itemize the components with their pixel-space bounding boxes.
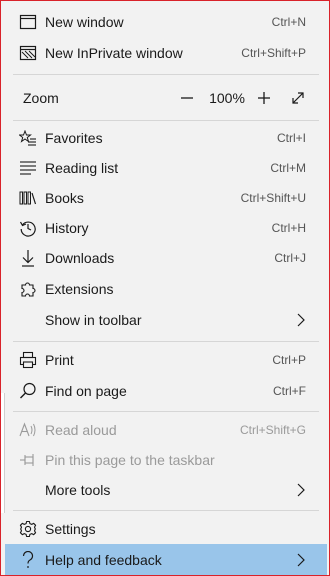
menu-separator <box>13 411 319 412</box>
puzzle-icon <box>17 278 39 300</box>
menu-item-help-and-feedback[interactable]: Help and feedback <box>5 544 327 575</box>
inprivate-icon <box>17 42 39 64</box>
star-list-icon <box>17 127 39 149</box>
chevron-right-icon <box>295 313 307 327</box>
zoom-out-button[interactable] <box>176 87 198 109</box>
menu-item-shortcut: Ctrl+N <box>271 15 306 29</box>
question-icon <box>17 549 39 571</box>
menu-item-books[interactable]: Books Ctrl+Shift+U <box>5 183 327 213</box>
menu-item-label: Help and feedback <box>45 551 162 568</box>
menu-item-label: More tools <box>45 482 111 498</box>
menu-separator <box>13 74 319 75</box>
menu-item-shortcut: Ctrl+P <box>272 353 306 367</box>
menu-item-label: Reading list <box>45 160 119 176</box>
menu-item-show-in-toolbar[interactable]: Show in toolbar <box>5 305 327 335</box>
menu-item-extensions[interactable]: Extensions <box>5 274 327 304</box>
menu-item-settings[interactable]: Settings <box>5 514 327 544</box>
printer-icon <box>17 349 39 371</box>
menu-item-more-tools[interactable]: More tools <box>5 475 327 505</box>
menu-item-favorites[interactable]: Favorites Ctrl+I <box>5 123 327 153</box>
menu-item-label: Pin this page to the taskbar <box>45 452 215 468</box>
app-window-frame: New window Ctrl+N New InPrivate window C… <box>0 0 330 576</box>
fullscreen-button[interactable] <box>287 87 309 109</box>
menu-item-shortcut: Ctrl+Shift+G <box>239 423 306 437</box>
pin-icon <box>17 449 39 471</box>
menu-item-label: Find on page <box>45 383 127 399</box>
menu-item-shortcut: Ctrl+I <box>276 131 306 145</box>
menu-item-label: Extensions <box>45 281 114 297</box>
menu-item-shortcut: Ctrl+H <box>271 221 306 235</box>
zoom-level: 100% <box>209 90 245 106</box>
window-icon <box>17 11 39 33</box>
menu-item-shortcut: Ctrl+M <box>270 161 306 175</box>
menu-item-label: Show in toolbar <box>45 312 142 328</box>
menu-item-label: Books <box>45 190 84 206</box>
menu-item-history[interactable]: History Ctrl+H <box>5 213 327 243</box>
menu-item-pin-to-taskbar[interactable]: Pin this page to the taskbar <box>5 445 327 475</box>
menu-item-new-inprivate-window[interactable]: New InPrivate window Ctrl+Shift+P <box>5 38 327 68</box>
search-icon <box>17 380 39 402</box>
menu-item-shortcut: Ctrl+Shift+P <box>241 46 306 60</box>
menu-item-label: New InPrivate window <box>45 45 183 61</box>
fullscreen-icon <box>292 92 304 104</box>
menu-item-downloads[interactable]: Downloads Ctrl+J <box>5 243 327 273</box>
menu-item-label: Read aloud <box>45 422 117 438</box>
history-icon <box>17 217 39 239</box>
read-aloud-icon <box>17 419 39 441</box>
menu-item-label: Print <box>45 352 74 368</box>
menu-item-find-on-page[interactable]: Find on page Ctrl+F <box>5 376 327 406</box>
menu-item-reading-list[interactable]: Reading list Ctrl+M <box>5 153 327 183</box>
menu-item-label: Downloads <box>45 250 115 266</box>
menu-separator <box>13 510 319 511</box>
books-icon <box>17 187 39 209</box>
menu-item-shortcut: Ctrl+F <box>273 384 306 398</box>
plus-icon <box>258 92 270 104</box>
menu-item-label: Settings <box>45 521 96 537</box>
menu-item-shortcut: Ctrl+Shift+U <box>240 191 306 205</box>
settings-and-more-menu: New window Ctrl+N New InPrivate window C… <box>5 2 327 575</box>
menu-item-print[interactable]: Print Ctrl+P <box>5 345 327 375</box>
menu-item-label: New window <box>45 14 124 30</box>
zoom-in-button[interactable] <box>253 87 275 109</box>
zoom-label: Zoom <box>23 90 59 106</box>
menu-item-shortcut: Ctrl+J <box>274 251 306 265</box>
chevron-right-icon <box>295 553 307 567</box>
minus-icon <box>181 97 193 99</box>
menu-separator <box>13 120 319 121</box>
menu-item-new-window[interactable]: New window Ctrl+N <box>5 7 327 37</box>
reading-list-icon <box>17 157 39 179</box>
download-icon <box>17 247 39 269</box>
menu-item-label: Favorites <box>45 130 103 146</box>
chevron-right-icon <box>295 483 307 497</box>
menu-separator <box>13 341 319 342</box>
menu-item-read-aloud[interactable]: Read aloud Ctrl+Shift+G <box>5 415 327 445</box>
menu-item-label: History <box>45 220 89 236</box>
zoom-control: Zoom 100% <box>5 80 327 116</box>
gear-icon <box>17 518 39 540</box>
